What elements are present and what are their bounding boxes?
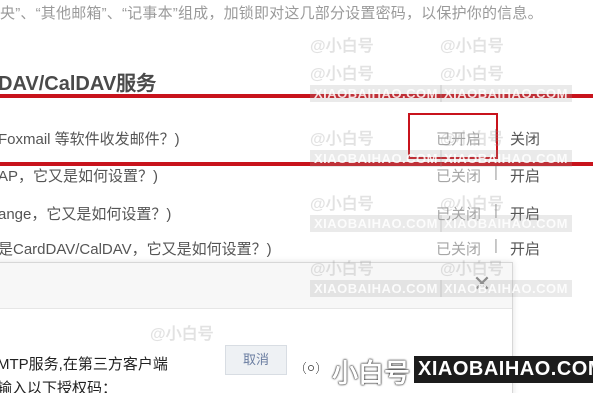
watermark: @小白号 [440,38,504,55]
brand-url: XIAOBAIHAO.COM [414,356,593,383]
enable-service-link[interactable]: 开启 [510,203,540,224]
mail-settings-screen: 央”、“其他邮箱”、“记事本”组成，加锁即对这几部分设置密码，以保护你的信息。 … [0,0,593,393]
dialog-header [0,263,512,309]
brand-name: 小白号 [332,358,411,388]
service-status: 已关闭 [436,206,482,223]
dialog-instruction-line2: 输入以下授权码： [0,380,118,393]
service-label: Foxmail 等软件收发邮件？) [0,131,180,148]
highlight-line-top [0,94,593,98]
status-separator: | [494,164,498,181]
close-icon[interactable]: ✕ [471,273,493,295]
cancel-button[interactable]: 取消 [225,345,287,375]
service-status: 已关闭 [436,241,482,258]
disable-service-link[interactable]: 关闭 [510,128,540,149]
service-label: AP，它又是如何设置？) [0,168,159,185]
status-separator: | [494,237,498,254]
service-row-exchange: ange，它又是如何设置？) 已关闭 | 开启 [0,195,593,231]
enable-service-link[interactable]: 开启 [510,165,540,186]
highlight-line-bottom [0,162,593,166]
settings-description: 央”、“其他邮箱”、“记事本”组成，加锁即对这几部分设置密码，以保护你的信息。 [0,5,543,22]
service-label: ange，它又是如何设置？) [0,206,172,223]
status-separator: | [494,202,498,219]
dialog-instruction-line1: MTP服务,在第三方客户端 [0,356,168,373]
section-title: DAV/CalDAV服务 [0,73,157,95]
service-label: 是CardDAV/CalDAV，它又是如何设置？) [0,241,272,258]
enable-service-link[interactable]: 开启 [510,238,540,259]
service-row-pop3-smtp: Foxmail 等软件收发邮件？) 已开启 | 关闭 [0,120,593,156]
service-status: 已关闭 [436,168,482,185]
watermark: @小白号 [310,38,374,55]
service-row-carddav-caldav: 是CardDAV/CalDAV，它又是如何设置？) 已关闭 | 开启 [0,230,593,266]
radio-signal-icon [296,357,326,379]
status-highlight-box [408,113,498,159]
